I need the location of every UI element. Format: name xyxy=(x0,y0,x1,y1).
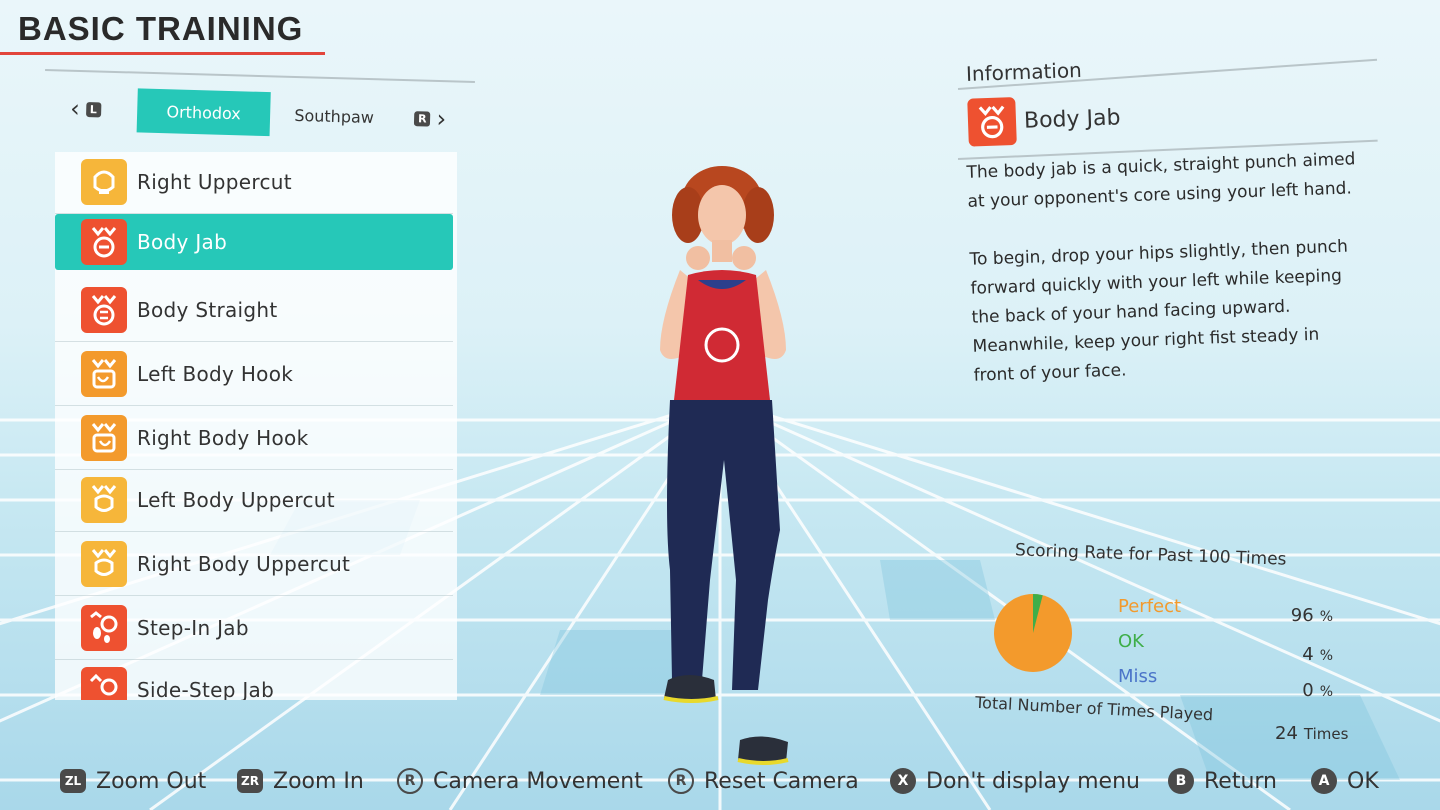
move-label: Right Body Hook xyxy=(137,426,309,450)
info-title-text: Body Jab xyxy=(1023,104,1121,134)
list-item[interactable]: Body Straight xyxy=(55,282,453,342)
tabs-divider xyxy=(45,68,475,84)
score-label-ok: OK xyxy=(1118,631,1144,652)
reset-camera-hint[interactable]: R Reset Camera xyxy=(668,768,859,794)
list-item[interactable]: Left Body Uppercut xyxy=(55,472,453,532)
body-jab-icon xyxy=(967,96,1017,147)
score-label-perfect: Perfect xyxy=(1118,596,1182,617)
move-label: Body Jab xyxy=(137,230,228,254)
l-button-icon: L xyxy=(85,101,102,117)
camera-movement-hint[interactable]: R Camera Movement xyxy=(397,768,643,794)
move-list[interactable]: Right Uppercut Body Jab Body Straight Le… xyxy=(55,152,457,700)
move-label: Left Body Hook xyxy=(137,362,294,386)
tab-southpaw[interactable]: Southpaw xyxy=(275,92,394,139)
list-item[interactable]: Step-In Jab xyxy=(55,600,453,660)
body-uppercut-icon xyxy=(81,541,127,587)
b-button-icon: B xyxy=(1168,768,1194,794)
page-title: BASIC TRAINING xyxy=(18,10,304,47)
move-label: Step-In Jab xyxy=(137,616,249,640)
body-uppercut-icon xyxy=(81,477,127,523)
score-value-ok: 4% xyxy=(1302,644,1333,665)
title-underline xyxy=(0,52,325,55)
hint-label: Zoom In xyxy=(273,768,364,794)
chevron-right-icon: › xyxy=(436,104,447,134)
list-item-selected[interactable]: Body Jab xyxy=(55,214,453,270)
list-item[interactable]: Right Body Hook xyxy=(55,410,453,470)
stance-tabs: ‹ L Orthodox Southpaw R › xyxy=(59,86,470,153)
side-step-icon xyxy=(81,667,127,700)
scoring-pie-chart xyxy=(994,594,1072,672)
score-value-miss: 0% xyxy=(1302,680,1333,701)
return-hint[interactable]: B Return xyxy=(1168,768,1277,794)
hint-label: Reset Camera xyxy=(704,768,859,794)
control-hints-bar: ZL Zoom Out ZR Zoom In R Camera Movement… xyxy=(0,760,1440,802)
ok-hint[interactable]: A OK xyxy=(1311,768,1379,794)
total-played-value: 24 Times xyxy=(1275,723,1349,744)
scoring-title: Scoring Rate for Past 100 Times xyxy=(1014,540,1287,570)
page-header: BASIC TRAINING xyxy=(0,10,325,55)
scoring-panel: Scoring Rate for Past 100 Times Perfect … xyxy=(974,540,1375,750)
hint-label: OK xyxy=(1347,768,1379,794)
body-jab-icon xyxy=(81,219,127,265)
step-in-icon xyxy=(81,605,127,651)
zoom-in-hint[interactable]: ZR Zoom In xyxy=(237,769,364,794)
list-item[interactable]: Right Uppercut xyxy=(55,154,453,214)
r-button-icon: R xyxy=(413,110,431,127)
total-played-label: Total Number of Times Played xyxy=(974,692,1214,725)
a-button-icon: A xyxy=(1311,768,1337,794)
hint-label: Camera Movement xyxy=(433,768,643,794)
prev-tab-button[interactable]: ‹ L xyxy=(69,94,102,124)
hide-menu-hint[interactable]: X Don't display menu xyxy=(890,768,1140,794)
zoom-out-hint[interactable]: ZL Zoom Out xyxy=(60,769,206,794)
zl-button-icon: ZL xyxy=(60,769,86,793)
body-hook-icon xyxy=(81,415,127,461)
hint-label: Don't display menu xyxy=(926,768,1140,794)
move-label: Body Straight xyxy=(137,298,278,322)
hint-label: Return xyxy=(1204,768,1278,794)
list-item[interactable]: Left Body Hook xyxy=(55,346,453,406)
list-item[interactable]: Right Body Uppercut xyxy=(55,536,453,596)
body-hook-icon xyxy=(81,351,127,397)
info-move-title: Body Jab xyxy=(967,93,1121,147)
tab-orthodox[interactable]: Orthodox xyxy=(136,88,271,137)
move-label: Left Body Uppercut xyxy=(137,488,335,512)
body-straight-icon xyxy=(81,287,127,333)
right-stick-press-icon: R xyxy=(668,768,694,794)
move-description: The body jab is a quick, straight punch … xyxy=(966,149,1356,386)
score-label-miss: Miss xyxy=(1118,666,1158,687)
zr-button-icon: ZR xyxy=(237,769,263,793)
x-button-icon: X xyxy=(890,768,916,794)
right-stick-icon: R xyxy=(397,768,423,794)
score-value-perfect: 96% xyxy=(1290,605,1333,626)
move-label: Right Uppercut xyxy=(137,170,292,194)
chevron-left-icon: ‹ xyxy=(69,94,81,123)
hint-label: Zoom Out xyxy=(96,768,207,794)
move-label: Side-Step Jab xyxy=(137,678,275,700)
move-label: Right Body Uppercut xyxy=(137,552,351,576)
uppercut-icon xyxy=(81,159,127,205)
list-item[interactable]: Side-Step Jab xyxy=(55,662,453,700)
next-tab-button[interactable]: R › xyxy=(413,104,447,134)
boxer-character xyxy=(640,160,820,775)
